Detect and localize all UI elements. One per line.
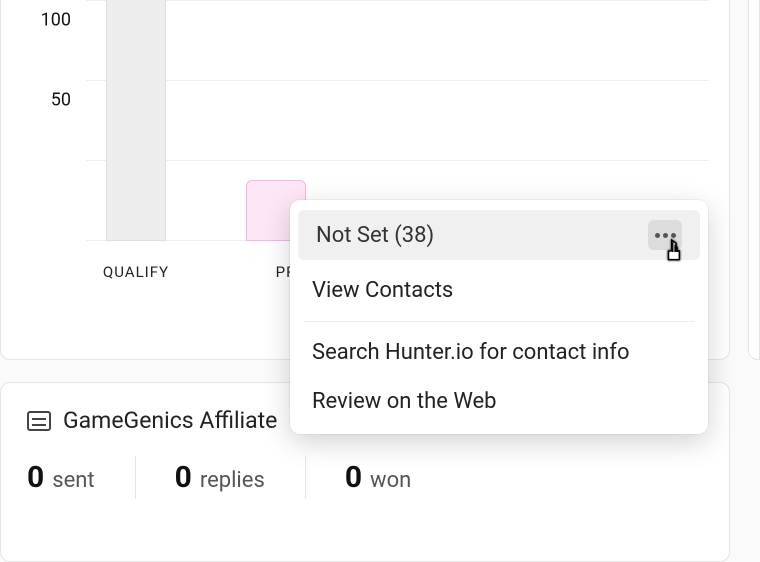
stat-label: sent <box>52 468 94 493</box>
list-icon <box>27 411 51 431</box>
context-menu: Not Set (38) View Contacts Search Hunter… <box>290 200 708 434</box>
y-axis: 50 100 150 <box>21 0 81 241</box>
cursor-icon <box>662 238 688 264</box>
stat-value: 0 <box>345 460 362 495</box>
more-icon <box>655 233 676 238</box>
stat-label: won <box>370 468 411 493</box>
y-tick: 100 <box>41 10 71 31</box>
x-label: QUALIFY <box>96 263 176 281</box>
stat-won: 0 won <box>305 460 451 495</box>
y-tick: 50 <box>51 90 71 111</box>
stats-row: 0 sent 0 replies 0 won <box>27 460 703 495</box>
stat-label: replies <box>200 468 265 493</box>
stat-value: 0 <box>27 460 44 495</box>
stat-value: 0 <box>175 460 192 495</box>
adjacent-card-edge <box>748 0 760 360</box>
menu-item-view-contacts[interactable]: View Contacts <box>290 266 708 315</box>
campaign-title[interactable]: GameGenics Affiliate <box>63 407 277 434</box>
menu-item-search-hunter[interactable]: Search Hunter.io for contact info <box>290 328 708 377</box>
bar-qualify[interactable] <box>106 0 166 241</box>
more-options-button[interactable] <box>648 220 682 250</box>
stat-replies: 0 replies <box>135 460 305 495</box>
context-menu-title: Not Set (38) <box>316 223 434 248</box>
menu-separator <box>304 321 694 322</box>
context-menu-header[interactable]: Not Set (38) <box>298 210 700 260</box>
menu-item-review-web[interactable]: Review on the Web <box>290 377 708 426</box>
stat-sent: 0 sent <box>27 460 135 495</box>
